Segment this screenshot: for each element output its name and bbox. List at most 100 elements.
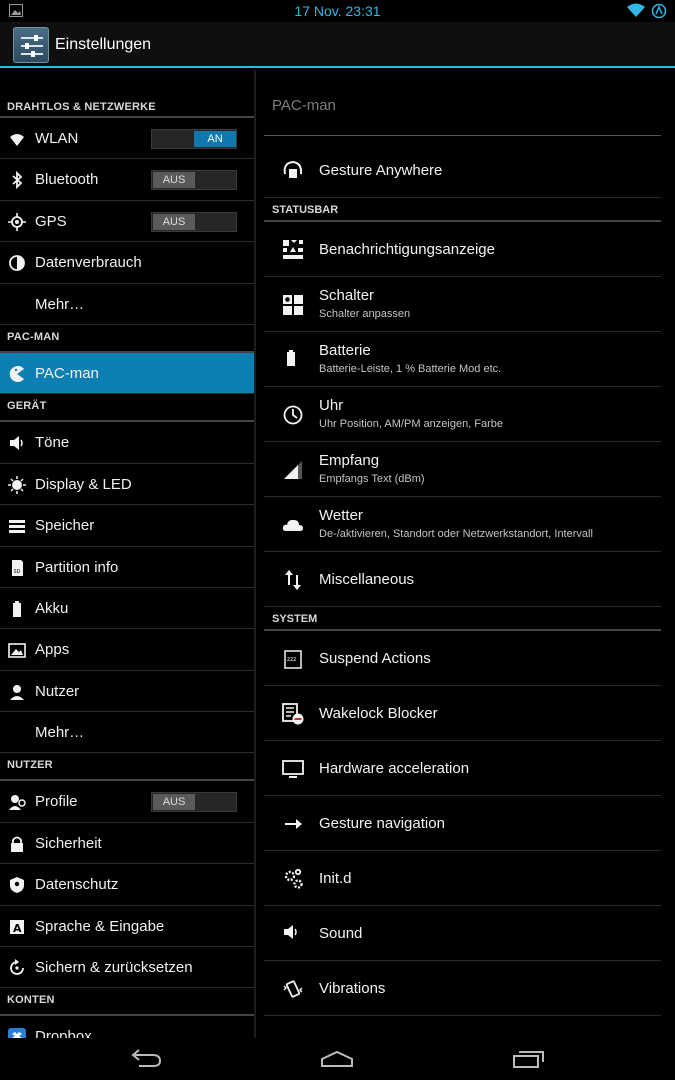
pref-item-schalter[interactable]: Schalter Schalter anpassen	[264, 277, 661, 332]
sidebar-item-nutzer[interactable]: Nutzer	[0, 671, 254, 713]
divider	[264, 135, 661, 136]
pref-item-empfang[interactable]: Empfang Empfangs Text (dBm)	[264, 442, 661, 497]
sidebar-item-sichern-zurücksetzen[interactable]: Sichern & zurücksetzen	[0, 947, 254, 989]
backup-icon	[8, 959, 26, 977]
sidebar-item-sprache-eingabe[interactable]: A Sprache & Eingabe	[0, 906, 254, 948]
section-header: GERÄT	[0, 394, 254, 423]
data-usage-icon	[8, 254, 26, 272]
storage-icon	[8, 517, 26, 535]
sidebar-item-label: Dropbox	[35, 1028, 92, 1038]
sidebar-item-datenschutz[interactable]: Datenschutz	[0, 864, 254, 906]
toggle-state: AUS	[153, 794, 195, 811]
pref-title: Benachrichtigungsanzeige	[319, 241, 495, 258]
keyboard-icon: A	[8, 918, 26, 936]
sidebar-item-töne[interactable]: Töne	[0, 422, 254, 464]
sidebar-item-profile[interactable]: Profile AUS	[0, 781, 254, 823]
sidebar-item-label: Speicher	[35, 517, 95, 535]
sidebar-item-speicher[interactable]: Speicher	[0, 505, 254, 547]
toggle-switch[interactable]: AUS	[151, 211, 237, 232]
pacman-icon	[8, 365, 26, 383]
dropbox-icon	[8, 1028, 26, 1038]
sidebar-item-label: Mehr…	[35, 724, 85, 742]
pane-title: PAC-man	[272, 97, 336, 114]
shield-icon	[8, 876, 26, 894]
sidebar-item-apps[interactable]: Apps	[0, 629, 254, 671]
sidebar-item-label: Mehr…	[35, 295, 85, 313]
settings-headers-list[interactable]: DRAHTLOS & NETZWERKE WLAN AN Bluetooth AUS GP…	[0, 70, 254, 1038]
battery-icon	[8, 600, 26, 618]
battery-icon	[282, 349, 304, 371]
gears-icon	[282, 868, 304, 890]
sidebar-item-label: Profile	[35, 793, 78, 811]
pref-item-vibrations[interactable]: Vibrations	[264, 961, 661, 1016]
svg-text:SD: SD	[14, 569, 21, 575]
pref-item-uhr[interactable]: Uhr Uhr Position, AM/PM anzeigen, Farbe	[264, 387, 661, 442]
sidebar-item-label: Sprache & Eingabe	[35, 917, 165, 935]
home-icon[interactable]	[320, 1049, 354, 1069]
section-header: NUTZER	[0, 753, 254, 782]
pref-summary: Uhr Position, AM/PM anzeigen, Farbe	[319, 418, 504, 430]
sidebar-item-partition-info[interactable]: SD Partition info	[0, 547, 254, 588]
sidebar-item-datenverbrauch[interactable]: Datenverbrauch	[0, 242, 254, 284]
settings-sliders-icon[interactable]	[13, 27, 49, 63]
pref-title: Hardware acceleration	[319, 760, 470, 777]
section-header: KONTEN	[0, 988, 254, 1017]
pref-item-batterie[interactable]: Batterie Batterie-Leiste, 1 % Batterie Mo…	[264, 332, 661, 387]
sidebar-item-wlan[interactable]: WLAN AN	[0, 118, 254, 160]
sidebar-item-label: Sicherheit	[35, 834, 102, 852]
sidebar-item-gps[interactable]: GPS AUS	[0, 201, 254, 243]
profile-icon	[8, 793, 26, 811]
monitor-icon	[282, 758, 304, 780]
pref-item-suspend-actions[interactable]: zzz Suspend Actions	[264, 631, 661, 686]
sd-card-icon: SD	[8, 559, 26, 577]
pref-item-hardware-acceleration[interactable]: Hardware acceleration	[264, 741, 661, 796]
sidebar-item-label: Akku	[35, 599, 69, 617]
sidebar-item-label: Datenverbrauch	[35, 254, 142, 272]
recents-icon[interactable]	[512, 1049, 546, 1069]
sidebar-item-bluetooth[interactable]: Bluetooth AUS	[0, 159, 254, 201]
toggle-switch[interactable]: AUS	[151, 170, 237, 191]
pref-title: Sound	[319, 925, 363, 942]
back-icon[interactable]	[129, 1049, 163, 1069]
sidebar-item-pac-man[interactable]: PAC-man	[0, 352, 254, 395]
toggle-switch[interactable]: AUS	[151, 792, 237, 813]
signal-icon	[282, 459, 304, 481]
sidebar-item-display-led[interactable]: Display & LED	[0, 464, 254, 506]
apps-icon	[8, 641, 26, 659]
toggles-icon	[282, 294, 304, 316]
pref-title: Wetter	[319, 507, 363, 524]
page-title: Einstellungen	[55, 36, 152, 53]
gps-icon	[8, 212, 26, 231]
sidebar-item-mehr[interactable]: Mehr…	[0, 712, 254, 754]
sidebar-item-label: Partition info	[35, 558, 119, 576]
suspend-icon: zzz	[282, 648, 304, 670]
pref-item-sound[interactable]: Sound	[264, 906, 661, 961]
pref-item-init-d[interactable]: Init.d	[264, 851, 661, 906]
pref-item-benachrichtigungsanzeige[interactable]: Benachrichtigungsanzeige	[264, 222, 661, 277]
section-header: DRAHTLOS & NETZWERKE	[0, 70, 254, 118]
pref-title: Gesture Anywhere	[319, 162, 443, 179]
pacman-settings-pane[interactable]: PAC-man Gesture Anywhere STATUSBAR Benachr…	[256, 70, 675, 1038]
pref-title: Suspend Actions	[319, 650, 431, 667]
svg-text:A: A	[13, 922, 22, 935]
wifi-icon	[8, 130, 26, 148]
sidebar-item-akku[interactable]: Akku	[0, 588, 254, 630]
sidebar-item-dropbox[interactable]: Dropbox	[0, 1016, 254, 1038]
toggle-state: AUS	[153, 213, 195, 230]
pref-summary: De-/aktivieren, Standort oder Netzwerkst…	[319, 528, 593, 540]
sidebar-item-label: Nutzer	[35, 682, 80, 700]
toggle-switch[interactable]: AN	[151, 129, 237, 149]
pref-item-wetter[interactable]: Wetter De-/aktivieren, Standort oder Netz…	[264, 497, 661, 552]
pref-item-miscellaneous[interactable]: Miscellaneous	[264, 552, 661, 607]
pref-item-gesture-anywhere[interactable]: Gesture Anywhere	[264, 143, 661, 198]
battery-icon	[651, 3, 667, 19]
sidebar-item-sicherheit[interactable]: Sicherheit	[0, 823, 254, 865]
pref-item-gesture-navigation[interactable]: Gesture navigation	[264, 796, 661, 851]
volume-icon	[8, 434, 26, 452]
action-bar: Einstellungen	[0, 22, 675, 68]
sidebar-item-mehr[interactable]: Mehr…	[0, 284, 254, 325]
wifi-icon	[627, 3, 645, 17]
notification-grid-icon	[282, 239, 304, 261]
pref-item-wakelock-blocker[interactable]: Wakelock Blocker	[264, 686, 661, 741]
navigation-bar	[0, 1038, 675, 1080]
